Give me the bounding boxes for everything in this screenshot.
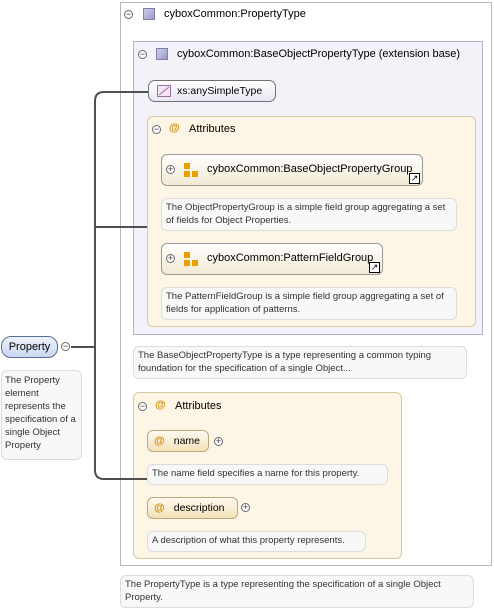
connector-lines (71, 91, 148, 480)
property-label: Property (8, 341, 51, 353)
property-element[interactable]: Property (1, 336, 58, 358)
collapse-icon[interactable]: − (61, 342, 70, 351)
property-description: The Property element represents the spec… (1, 370, 82, 460)
